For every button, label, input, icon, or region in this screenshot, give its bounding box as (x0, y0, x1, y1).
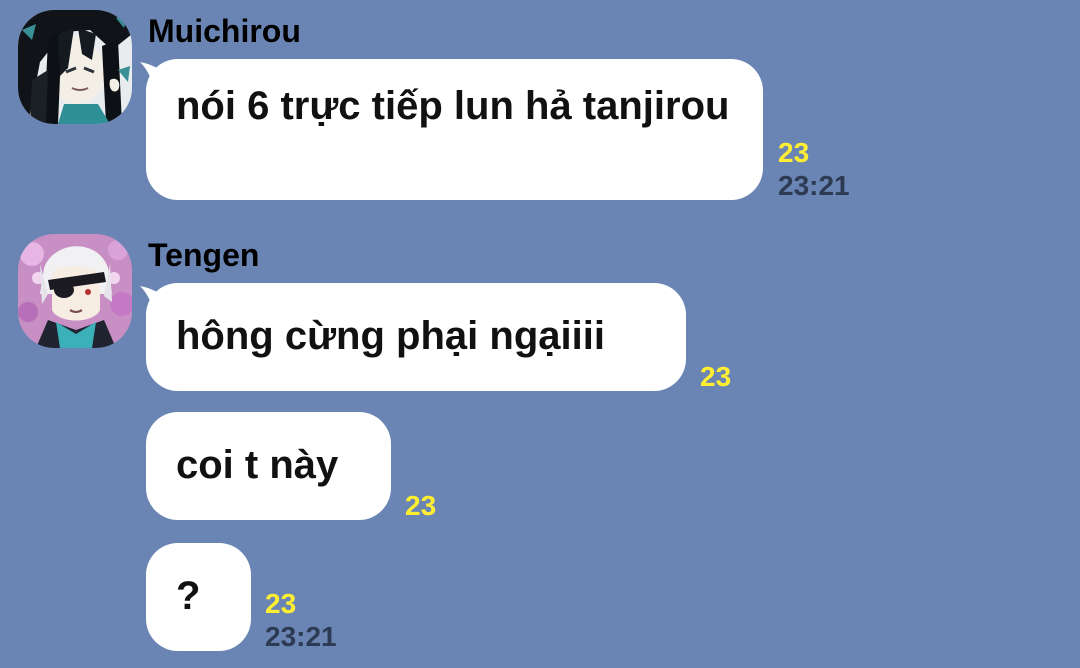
message-timestamp: 23:21 (778, 170, 850, 201)
read-count: 23 (700, 361, 732, 392)
message-text: hông cừng phại ngạiiii (176, 314, 605, 358)
read-count: 23 (778, 137, 810, 168)
chat-thread: Muichirou nói 6 trực tiếp lun hả tanjiro… (0, 0, 1080, 668)
muichirou-avatar-icon[interactable] (18, 10, 132, 124)
tengen-avatar-icon[interactable] (18, 234, 132, 348)
message-text: ? (176, 574, 201, 618)
message-bubble[interactable]: ? (146, 543, 251, 651)
message-timestamp: 23:21 (265, 621, 337, 652)
message-text: coi t này (176, 443, 339, 487)
message-bubble[interactable]: nói 6 trực tiếp lun hả tanjirou (146, 59, 763, 200)
message-text: nói 6 trực tiếp lun hả tanjirou (176, 84, 730, 128)
message-bubble[interactable]: coi t này (146, 412, 391, 520)
message-bubble[interactable]: hông cừng phại ngạiiii (146, 283, 686, 391)
sender-name-tengen: Tengen (148, 237, 260, 273)
sender-name-muichirou: Muichirou (148, 13, 301, 49)
read-count: 23 (265, 588, 297, 619)
read-count: 23 (405, 490, 437, 521)
